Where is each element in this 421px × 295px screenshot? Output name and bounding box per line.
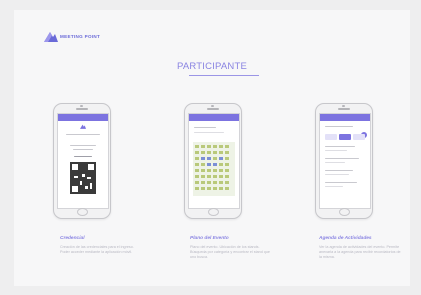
phone-screen (319, 113, 371, 209)
text-line (194, 127, 216, 129)
phone-screen (188, 113, 240, 209)
qr-code-icon (70, 162, 96, 194)
phone-screen (57, 113, 109, 209)
text-line (325, 162, 345, 164)
title-underline (189, 75, 259, 76)
feature-caption-event-map: Plano del Evento Plano del evento. Ubica… (190, 236, 274, 260)
text-line (66, 134, 100, 136)
home-button (339, 208, 350, 216)
feature-title: Credencial (60, 236, 85, 241)
brand-logo: MEETING POINT (44, 31, 100, 42)
feature-title: Plano del Evento (190, 236, 229, 241)
camera-dot (80, 105, 83, 107)
camera-dot (342, 105, 345, 107)
text-line (325, 146, 355, 148)
text-line (325, 170, 353, 172)
app-header-bar (189, 114, 239, 121)
speaker-slot (338, 108, 350, 110)
text-line (73, 149, 93, 151)
feature-caption-credential: Credencial Creación de las credenciales … (60, 236, 144, 255)
feature-title: Agenda de Actividades (319, 236, 372, 241)
text-line (70, 145, 96, 147)
mountain-logo-icon (44, 32, 58, 42)
event-floor-plan (193, 142, 235, 196)
camera-dot (211, 105, 214, 107)
text-line (325, 126, 353, 128)
feature-caption-agenda: Agenda de Actividades Ver la agenda de a… (319, 236, 403, 260)
feature-description: Plano del evento. Ubicación de los stand… (190, 245, 270, 259)
presentation-slide: MEETING POINT PARTICIPANTE Credencial Cr… (14, 10, 410, 286)
app-header-bar (320, 114, 370, 121)
text-line (74, 156, 92, 158)
text-line (325, 186, 343, 188)
section-title: PARTICIPANTE (177, 61, 247, 72)
text-line (325, 158, 359, 160)
text-line (325, 150, 347, 152)
day-tabs (325, 134, 365, 140)
speaker-slot (207, 108, 219, 110)
mountain-logo-icon (80, 124, 86, 129)
home-button (77, 208, 88, 216)
text-line (325, 174, 349, 176)
phone-mockup-credential (53, 103, 111, 219)
app-header-bar (58, 114, 108, 121)
search-bar (194, 132, 224, 134)
home-button (208, 208, 219, 216)
speaker-slot (76, 108, 88, 110)
phone-mockup-agenda (315, 103, 373, 219)
feature-description: Ver la agenda de actividades del evento.… (319, 245, 401, 259)
feature-description: Creación de las credenciales para el ing… (60, 245, 134, 254)
brand-name: MEETING POINT (60, 34, 101, 39)
text-line (325, 182, 357, 184)
phone-mockup-event-map (184, 103, 242, 219)
